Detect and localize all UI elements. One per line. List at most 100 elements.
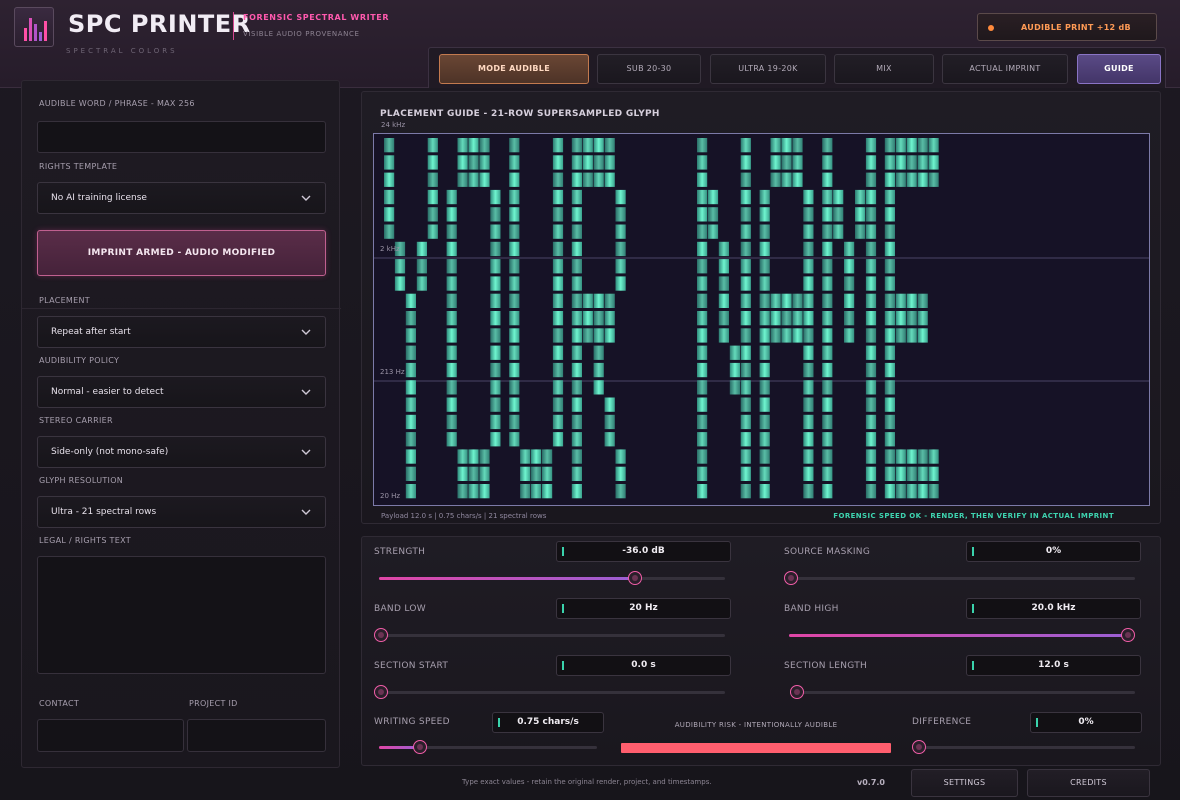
glyph-cell — [509, 224, 520, 239]
slider-knob[interactable] — [374, 685, 388, 699]
glyph-cell — [822, 172, 833, 187]
glyph-cell — [490, 345, 501, 360]
section-start-value-field[interactable]: 0.0 s — [556, 655, 731, 676]
slider-knob[interactable] — [1121, 628, 1135, 642]
settings-button[interactable]: SETTINGS — [911, 769, 1018, 797]
glyph-cell — [822, 241, 833, 257]
glyph-cell — [468, 449, 479, 464]
writing-speed-slider[interactable] — [379, 740, 597, 754]
glyph-cell — [865, 380, 877, 395]
source-masking-slider[interactable] — [784, 571, 1135, 585]
slider-knob[interactable] — [790, 685, 804, 699]
source-masking-value-field[interactable]: 0% — [966, 541, 1141, 562]
glyph-cell — [531, 466, 542, 481]
tab-mode-audible[interactable]: MODE AUDIBLE — [439, 54, 589, 84]
glyph-cell — [615, 241, 626, 257]
glyph-cell — [928, 172, 939, 187]
glyph-cell — [697, 466, 708, 481]
glyph-cell — [740, 172, 751, 187]
section-length-value-field[interactable]: 12.0 s — [966, 655, 1141, 676]
strength-slider[interactable] — [379, 571, 725, 585]
glyph-cell — [833, 189, 844, 205]
writing-speed-value-field[interactable]: 0.75 chars/s — [492, 712, 604, 733]
glyph-cell — [865, 466, 877, 481]
section-length-slider[interactable] — [790, 685, 1135, 699]
glyph-cell — [865, 293, 877, 308]
glyph-cell — [427, 155, 438, 170]
slider-knob[interactable] — [413, 740, 428, 754]
band-high-slider[interactable] — [789, 628, 1135, 642]
credits-button[interactable]: CREDITS — [1027, 769, 1150, 797]
imprint-armed-button[interactable]: IMPRINT ARMED - AUDIO MODIFIED — [37, 230, 326, 276]
slider-knob[interactable] — [374, 628, 388, 642]
glyph-cell — [384, 172, 395, 187]
difference-label: DIFFERENCE — [912, 717, 972, 727]
glyph-cell — [509, 276, 520, 291]
slider-knob[interactable] — [628, 571, 643, 585]
tab-ultra[interactable]: ULTRA 19-20K — [710, 54, 826, 84]
difference-value-field[interactable]: 0% — [1030, 712, 1142, 733]
tab-mix[interactable]: MIX — [834, 54, 934, 84]
section-start-slider[interactable] — [374, 685, 725, 699]
glyph-resolution-select[interactable]: Ultra - 21 spectral rows — [37, 496, 326, 528]
glyph-cell — [895, 155, 906, 170]
guide-title: PLACEMENT GUIDE - 21-ROW SUPERSAMPLED GL… — [380, 109, 660, 119]
phrase-input[interactable] — [37, 121, 326, 153]
title-divider — [233, 12, 234, 40]
glyph-cell — [531, 449, 542, 464]
writing-speed-value: 0.75 chars/s — [517, 717, 579, 727]
glyph-cell — [582, 293, 593, 308]
glyph-preview — [374, 138, 1149, 499]
stereo-carrier-select[interactable]: Side-only (not mono-safe) — [37, 436, 326, 468]
glyph-cell — [697, 380, 708, 395]
glyph-cell — [552, 189, 564, 205]
glyph-cell — [792, 138, 803, 153]
audibility-risk-meter — [621, 743, 891, 753]
tab-actual-imprint[interactable]: ACTUAL IMPRINT — [942, 54, 1068, 84]
slider-knob[interactable] — [784, 571, 798, 585]
audibility-policy-select[interactable]: Normal - easier to detect — [37, 376, 326, 408]
stereo-carrier-label: STEREO CARRIER — [39, 416, 113, 425]
slider-knob[interactable] — [912, 740, 926, 754]
badge-label: AUDIBLE PRINT +12 dB — [1021, 23, 1131, 32]
glyph-cell — [884, 172, 895, 187]
glyph-cell — [740, 328, 751, 343]
placement-select[interactable]: Repeat after start — [37, 316, 326, 348]
glyph-cell — [884, 155, 895, 170]
glyph-cell — [479, 138, 490, 153]
band-low-slider[interactable] — [374, 628, 725, 642]
slider-fill — [789, 634, 1128, 637]
glyph-cell — [844, 328, 855, 343]
band-high-value-field[interactable]: 20.0 kHz — [966, 598, 1141, 619]
glyph-cell — [740, 414, 751, 430]
glyph-cell — [697, 259, 708, 274]
glyph-cell — [697, 138, 708, 153]
controls-panel: STRENGTH -36.0 dB SOURCE MASKING 0% BAND… — [361, 536, 1161, 766]
glyph-cell — [571, 466, 582, 481]
glyph-cell — [509, 172, 520, 187]
project-id-input[interactable] — [187, 719, 326, 752]
glyph-cell — [405, 449, 416, 464]
glyph-cell — [770, 155, 781, 170]
band-low-value-field[interactable]: 20 Hz — [556, 598, 731, 619]
tab-guide[interactable]: GUIDE — [1077, 54, 1161, 84]
glyph-cell — [718, 328, 729, 343]
legal-text-area[interactable] — [37, 556, 326, 674]
glyph-cell — [729, 345, 740, 360]
glyph-cell — [781, 311, 792, 326]
tab-sub[interactable]: SUB 20-30 — [597, 54, 701, 84]
glyph-cell — [509, 293, 520, 308]
difference-slider[interactable] — [912, 740, 1135, 754]
glyph-cell — [552, 293, 564, 308]
strength-value-field[interactable]: -36.0 dB — [556, 541, 731, 562]
contact-input[interactable] — [37, 719, 184, 752]
glyph-cell — [844, 241, 855, 257]
glyph-cell — [490, 207, 501, 222]
rights-template-select[interactable]: No AI training license — [37, 182, 326, 214]
glyph-cell — [884, 380, 895, 395]
glyph-cell — [405, 328, 416, 343]
band-high-label: BAND HIGH — [784, 604, 839, 614]
glyph-cell — [865, 345, 877, 360]
glyph-cell — [906, 449, 917, 464]
glyph-cell — [542, 449, 553, 464]
